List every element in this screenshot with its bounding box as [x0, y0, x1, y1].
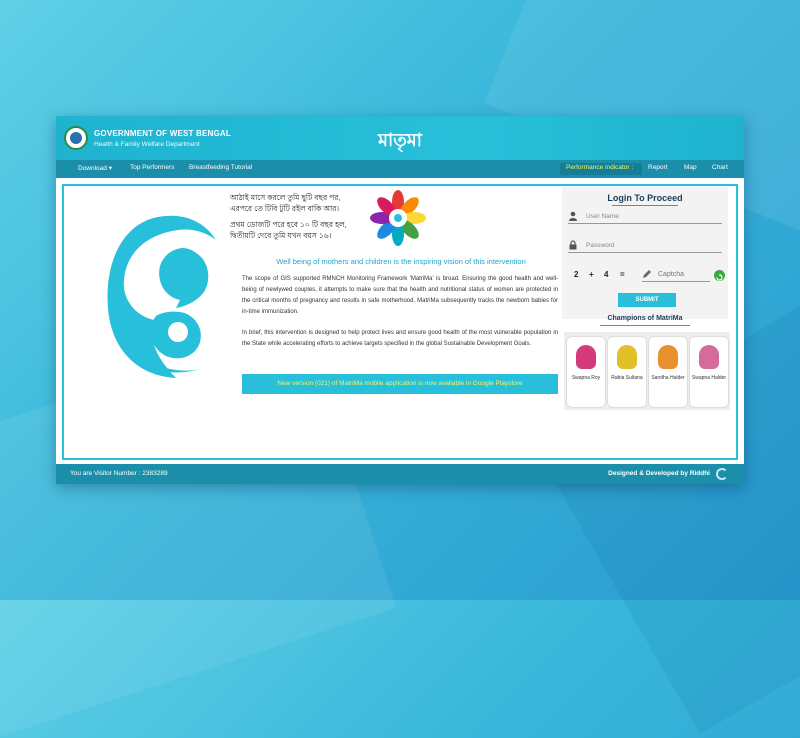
- champion-photo: [576, 345, 596, 369]
- champion-card[interactable]: Rabia Sultana: [607, 336, 647, 408]
- captcha-field: [642, 267, 712, 282]
- champion-card[interactable]: Swapna Roy: [566, 336, 606, 408]
- captcha-operator: +: [589, 270, 594, 279]
- username-input[interactable]: [584, 209, 718, 224]
- submit-button[interactable]: SUBMIT: [618, 293, 676, 307]
- password-input[interactable]: [584, 238, 718, 253]
- login-panel: Login To Proceed 2 + 4 = SUBMIT: [562, 187, 728, 319]
- nav-top-performers[interactable]: Top Performers: [130, 164, 174, 171]
- lock-icon: [569, 240, 577, 250]
- champion-photo: [617, 345, 637, 369]
- champion-card[interactable]: Sandha Halder: [648, 336, 688, 408]
- champions-title-underline: [600, 325, 690, 326]
- champions-title: Champions of MatriMa: [607, 315, 683, 322]
- champion-name: Swapna Halder: [691, 375, 727, 381]
- captcha-equals: =: [620, 270, 625, 279]
- site-header: GOVERNMENT OF WEST BENGAL Health & Famil…: [56, 116, 744, 160]
- champion-card[interactable]: Swapna Halder: [689, 336, 729, 408]
- developer-logo-icon: [716, 468, 728, 480]
- champion-name: Sandha Halder: [651, 375, 685, 381]
- user-icon: [569, 211, 577, 221]
- champion-photo: [658, 345, 678, 369]
- browser-frame: GOVERNMENT OF WEST BENGAL Health & Famil…: [56, 116, 744, 484]
- mother-child-illustration: [107, 215, 216, 378]
- captcha-input[interactable]: [656, 267, 712, 282]
- nav-map[interactable]: Map: [684, 164, 697, 171]
- champion-name: Swapna Roy: [571, 375, 601, 381]
- refresh-captcha-icon[interactable]: [714, 270, 725, 281]
- pencil-icon: [643, 270, 651, 278]
- login-title: Login To Proceed: [607, 193, 683, 203]
- nav-breastfeeding-tutorial[interactable]: Breastfeeding Tutorial: [189, 164, 252, 171]
- matrima-logo-icon: [370, 190, 426, 246]
- nav-report[interactable]: Report: [648, 164, 668, 171]
- description-paragraph-2: In brief, this intervention is designed …: [242, 330, 558, 347]
- intro-line-4: দ্বিতীয়টি দেবে তুমি যখন বয়স ১৬।: [230, 231, 332, 240]
- login-title-underline: [612, 205, 678, 206]
- app-name: মাতৃমা: [378, 130, 422, 150]
- champion-name: Rabia Sultana: [611, 375, 643, 381]
- app-update-banner[interactable]: New version (021) of MatriMa mobile appl…: [242, 374, 558, 394]
- performance-indicator: Performance indicator :: [560, 163, 642, 175]
- captcha-operand-a: 2: [574, 270, 579, 279]
- champion-photo: [699, 345, 719, 369]
- intro-line-2: এরপরে তে টিবি টুটি রইল বাকি আর।: [230, 204, 340, 213]
- site-footer: You are Visitor Number : 2383289 Designe…: [56, 464, 744, 484]
- developer-credit: Designed & Developed by Riddhi: [608, 470, 710, 477]
- champions-panel: Swapna Roy Rabia Sultana Sandha Halder S…: [564, 332, 730, 410]
- performance-indicator-label: Performance indicator :: [566, 164, 634, 171]
- visitor-counter: You are Visitor Number : 2383289: [70, 470, 168, 477]
- vision-tagline: Well being of mothers and children is th…: [276, 257, 526, 266]
- navbar: Download ▾ Top Performers Breastfeeding …: [56, 160, 744, 178]
- nav-download[interactable]: Download ▾: [78, 164, 112, 172]
- captcha-operand-b: 4: [604, 270, 609, 279]
- nav-chart[interactable]: Chart: [712, 164, 728, 171]
- username-field: [568, 209, 722, 224]
- password-field: [568, 238, 722, 253]
- description-paragraph-1: The scope of GIS supported RMNCH Monitor…: [242, 276, 558, 315]
